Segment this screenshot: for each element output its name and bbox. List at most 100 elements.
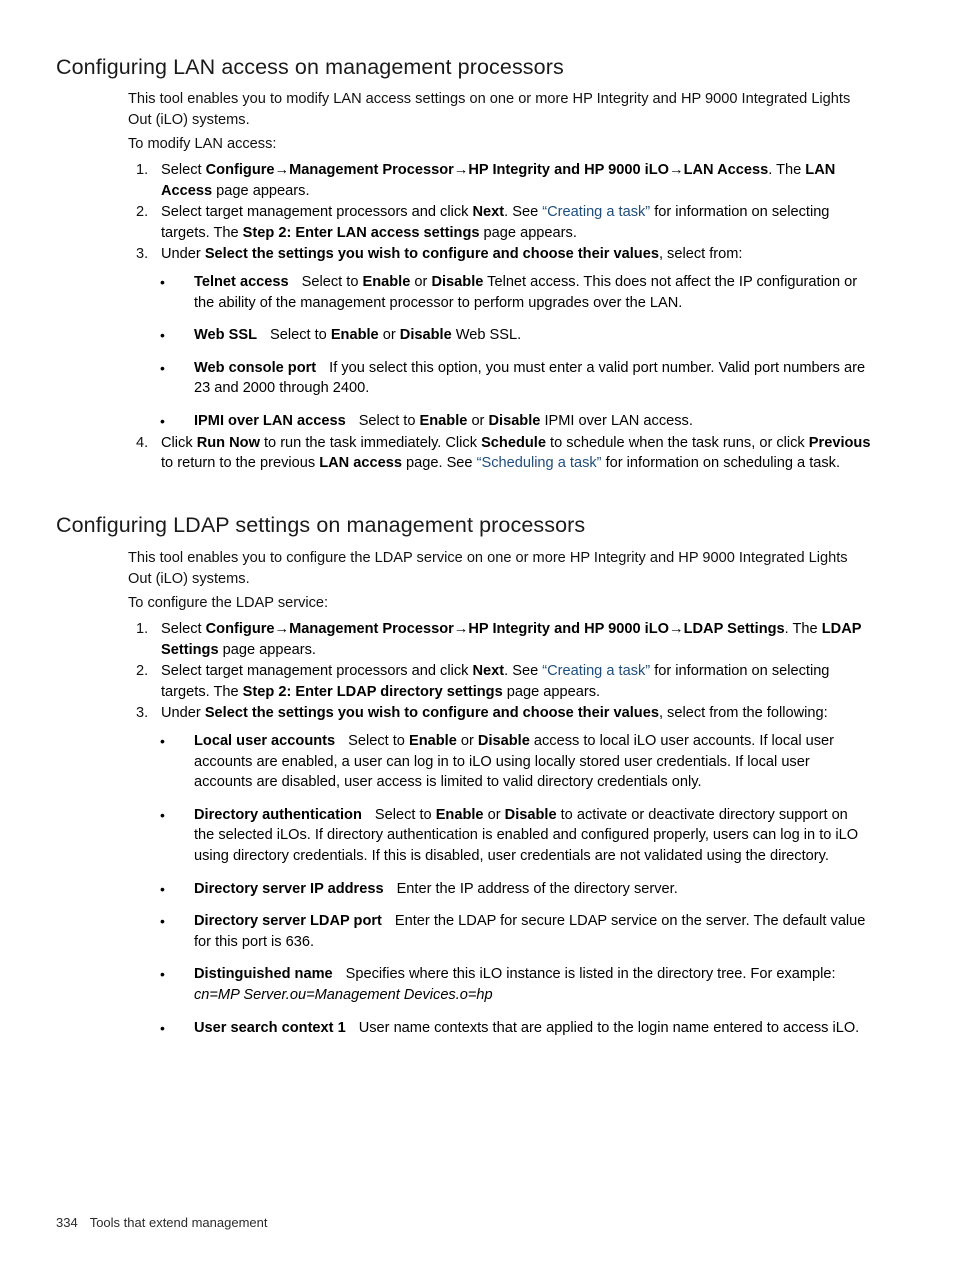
emphasis-bold: Disable (488, 412, 541, 429)
text-run: page appears. (502, 683, 601, 700)
text-run: Select to (358, 412, 420, 429)
menu-path-arrow-icon: → (274, 162, 290, 178)
text-run: or (456, 732, 478, 749)
emphasis-bold: Enable (330, 327, 379, 344)
emphasis-bold: Select the settings you wish to configur… (204, 705, 659, 722)
cross-reference-link[interactable]: “Creating a task” (542, 204, 650, 220)
menu-path-arrow-icon: → (453, 621, 469, 637)
option-term: Telnet access (194, 273, 289, 290)
bullet-icon: • (160, 1019, 165, 1036)
emphasis-bold: Configure (205, 162, 275, 178)
text-run: to run the task immediately. Click (259, 434, 482, 451)
procedure-list-ldap: 1. Select Configure→Management Processor→… (136, 619, 872, 1039)
option-term: Local user accounts (194, 732, 336, 749)
text-run: Select to (301, 273, 363, 290)
emphasis-bold: Enable (362, 273, 411, 290)
step-text: Select Configure→Management Processor→HP… (161, 621, 861, 658)
emphasis-bold: Enable (419, 412, 468, 429)
option-description: Select to Enable or Disable IPMI over LA… (359, 413, 693, 429)
option-list: • Telnet access Select to Enable or Disabl… (158, 272, 872, 432)
emphasis-bold: Schedule (481, 434, 546, 451)
page-title-ldap-settings: Configuring LDAP settings on management … (56, 513, 586, 537)
option-item: • Telnet access Select to Enable or Disabl… (158, 272, 872, 313)
text-run: page appears. (479, 224, 577, 241)
text-run: Select (161, 621, 206, 637)
bullet-icon: • (160, 966, 165, 983)
bullet-icon: • (160, 806, 165, 823)
emphasis-italic: cn=MP Server.ou=Management Devices.o=hp (194, 986, 493, 1003)
text-run: page. See (401, 455, 477, 472)
option-item: • Web console port If you select this opti… (158, 358, 872, 399)
step-text: Select target management processors and … (161, 663, 829, 700)
emphasis-bold: Enable (408, 732, 457, 749)
emphasis-bold: Management Processor (289, 621, 454, 637)
text-run: or (410, 273, 432, 290)
bullet-icon: • (160, 732, 165, 749)
footer-chapter-title: Tools that extend management (89, 1215, 268, 1230)
text-run: page appears. (212, 182, 310, 199)
lead-in-lan: To modify LAN access: (128, 136, 277, 152)
text-run: , select from: (658, 246, 743, 263)
emphasis-bold: Previous (808, 434, 871, 451)
step-text: Under Select the settings you wish to co… (161, 705, 828, 721)
option-description: Select to Enable or Disable Telnet acces… (194, 274, 857, 311)
emphasis-bold: Disable (504, 806, 557, 823)
text-run: Web SSL. (451, 327, 522, 344)
text-run: Select target management processors and … (161, 663, 473, 680)
option-term: Directory server IP address (194, 880, 384, 897)
text-run: Click (161, 434, 197, 451)
emphasis-bold: Enable (435, 806, 484, 823)
emphasis-bold: Run Now (196, 434, 260, 451)
option-description: Enter the IP address of the directory se… (397, 881, 678, 897)
procedure-step: 3. Under Select the settings you wish to … (136, 703, 872, 1038)
emphasis-bold: Step 2: Enter LDAP directory settings (242, 683, 503, 700)
option-item: • Local user accounts Select to Enable or … (158, 731, 872, 793)
text-run: Select to (348, 732, 409, 749)
bullet-icon: • (160, 913, 165, 930)
option-term: Web SSL (194, 327, 257, 344)
procedure-step: 2. Select target management processors an… (136, 202, 872, 243)
lead-in-ldap: To configure the LDAP service: (128, 595, 329, 611)
text-run: or (467, 412, 489, 429)
option-term: Distinguished name (194, 966, 333, 983)
text-run: Enter the IP address of the directory se… (396, 880, 678, 897)
procedure-step: 1. Select Configure→Management Processor→… (136, 160, 872, 201)
option-description: User name contexts that are applied to t… (359, 1020, 860, 1036)
option-term: Web console port (194, 359, 317, 376)
text-run: Telnet access. This does not affect the … (194, 273, 858, 311)
step-number: 1. (136, 162, 149, 178)
cross-reference-link[interactable]: “Creating a task” (542, 663, 650, 679)
text-run: Under (161, 246, 205, 263)
option-term: User search context 1 (194, 1019, 346, 1036)
intro-paragraph-ldap: This tool enables you to configure the L… (128, 550, 848, 587)
text-run: , select from the following: (658, 705, 828, 722)
emphasis-bold: Step 2: Enter LAN access settings (242, 224, 480, 241)
procedure-step: 4. Click Run Now to run the task immediat… (136, 433, 872, 474)
emphasis-bold: Select the settings you wish to configur… (204, 246, 659, 263)
text-run: or (483, 806, 505, 823)
cross-reference-link[interactable]: “Scheduling a task” (477, 455, 602, 471)
step-number: 4. (136, 434, 149, 451)
option-item: • Directory server IP address Enter the IP… (158, 879, 872, 900)
emphasis-bold: Disable (431, 273, 484, 290)
emphasis-bold: Configure (205, 621, 275, 637)
emphasis-bold: LDAP Settings (683, 621, 785, 637)
step-number: 2. (136, 204, 149, 221)
step-number: 1. (136, 621, 149, 637)
emphasis-bold: Disable (477, 732, 530, 749)
bullet-icon: • (160, 273, 165, 290)
text-run: Select target management processors and … (161, 204, 473, 221)
bullet-icon: • (160, 327, 165, 344)
bullet-icon: • (160, 412, 165, 429)
step-text: Select Configure→Management Processor→HP… (161, 162, 835, 199)
procedure-step: 3. Under Select the settings you wish to … (136, 244, 872, 431)
option-item: • IPMI over LAN access Select to Enable or… (158, 411, 872, 432)
step-number: 2. (136, 663, 149, 680)
emphasis-bold: Management Processor (289, 162, 454, 178)
text-run: . See (504, 663, 543, 680)
option-item: • Web SSL Select to Enable or Disable Web … (158, 325, 872, 346)
bullet-icon: • (160, 880, 165, 897)
procedure-list-lan: 1. Select Configure→Management Processor→… (136, 160, 872, 475)
page-title-lan-access: Configuring LAN access on management pro… (56, 55, 564, 79)
menu-path-arrow-icon: → (668, 162, 684, 178)
